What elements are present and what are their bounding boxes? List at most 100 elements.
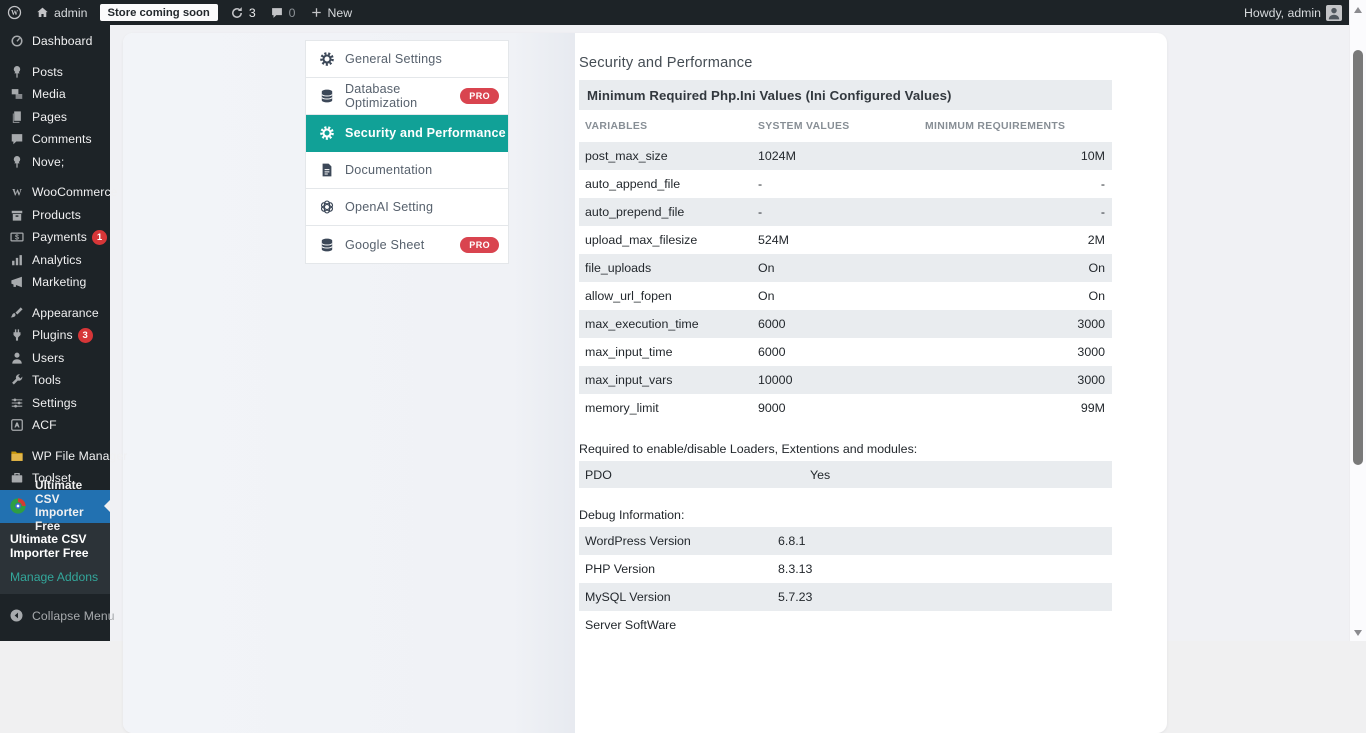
sidebar-item-users[interactable]: Users	[0, 347, 110, 370]
table-cell: auto_append_file	[579, 177, 752, 191]
sidebar-item-payments[interactable]: $Payments1	[0, 226, 110, 249]
wp-admin-menu: Dashboard Posts MediaPages Comments Nove; WWo…	[0, 30, 110, 523]
megaphone-icon	[9, 275, 24, 290]
sidebar-item-label: Tools	[32, 373, 61, 387]
table-row: auto_prepend_file--	[579, 198, 1112, 226]
update-count: 3	[249, 6, 256, 20]
collapse-arrow-icon	[9, 608, 24, 623]
sidebar-item-marketing[interactable]: Marketing	[0, 271, 110, 294]
table-cell: 524M	[752, 233, 919, 247]
menu-separator	[0, 437, 110, 445]
table-cell: 2M	[919, 233, 1112, 247]
php-ini-table: post_max_size1024M10Mauto_append_file--a…	[579, 142, 1112, 422]
settings-nav-item-documentation[interactable]: Documentation	[306, 152, 508, 189]
menu-separator	[0, 294, 110, 302]
sidebar-item-label: Comments	[32, 132, 92, 146]
collapse-menu-button[interactable]: Collapse Menu	[0, 605, 110, 628]
table-cell: 6.8.1	[772, 534, 1112, 548]
sidebar-item-label: Products	[32, 208, 81, 222]
submenu-item-manage-addons[interactable]: Manage Addons	[0, 561, 110, 584]
settings-nav: General SettingsDatabase OptimizationPRO…	[305, 40, 509, 264]
table-cell: -	[752, 205, 919, 219]
submenu-item-ultimate-csv-importer-free[interactable]: Ultimate CSV Importer Free	[0, 532, 110, 561]
table-cell: PDO	[579, 468, 804, 482]
settings-nav-item-google-sheet[interactable]: Google Sheet PRO	[306, 226, 508, 263]
active-menu-arrow	[104, 500, 110, 512]
sidebar-item-label: Appearance	[32, 306, 99, 320]
sidebar-item-label: WP File Manager	[32, 449, 127, 463]
home-icon	[36, 6, 49, 19]
scroll-up-arrow-icon[interactable]	[1354, 7, 1362, 13]
sidebar-item-label: Ultimate CSV Importer Free	[35, 479, 104, 533]
settings-nav-label: Documentation	[345, 163, 432, 177]
table-cell: max_execution_time	[579, 317, 752, 331]
plugin-submenu: Ultimate CSV Importer Free Manage Addons	[0, 523, 110, 594]
table-cell: file_uploads	[579, 261, 752, 275]
sidebar-item-posts[interactable]: Posts	[0, 61, 110, 84]
media-icon	[9, 87, 24, 102]
sidebar-item-label: Nove;	[32, 155, 64, 169]
table-cell: On	[752, 261, 919, 275]
menu-separator	[0, 53, 110, 61]
settings-nav-item-security-and-performance[interactable]: Security and Performance	[306, 115, 508, 152]
settings-nav-label: Database Optimization	[345, 82, 460, 110]
new-content-button[interactable]: New	[303, 0, 360, 25]
sidebar-item-appearance[interactable]: Appearance	[0, 302, 110, 325]
comments-button[interactable]: 0	[263, 0, 303, 25]
sidebar-item-label: Posts	[32, 65, 63, 79]
gear-icon	[319, 51, 335, 67]
sidebar-item-acf[interactable]: ACF	[0, 414, 110, 437]
sidebar-item-wp-file-manager[interactable]: WP File Manager	[0, 445, 110, 468]
wordpress-menu-button[interactable]: W	[0, 0, 29, 25]
sidebar-item-tools[interactable]: Tools	[0, 369, 110, 392]
site-name-button[interactable]: admin	[29, 0, 95, 25]
sidebar-item-comments[interactable]: Comments	[0, 128, 110, 151]
page-scrollbar[interactable]	[1349, 0, 1366, 641]
table-cell: 8.3.13	[772, 562, 1112, 576]
debug-info-table: WordPress Version6.8.1PHP Version8.3.13M…	[579, 527, 1112, 639]
howdy-account-button[interactable]: Howdy, admin	[1237, 0, 1349, 25]
sidebar-item-settings[interactable]: Settings	[0, 392, 110, 415]
avatar	[1326, 5, 1342, 21]
table-row: Server SoftWare	[579, 611, 1112, 639]
sidebar-item-products[interactable]: Products	[0, 204, 110, 227]
sidebar-item-analytics[interactable]: Analytics	[0, 249, 110, 272]
sidebar-item-nove[interactable]: Nove;	[0, 151, 110, 174]
settings-nav-label: General Settings	[345, 52, 442, 66]
pro-badge: PRO	[460, 237, 499, 253]
table-cell: 6000	[752, 317, 919, 331]
settings-nav-item-general-settings[interactable]: General Settings	[306, 41, 508, 78]
database-icon	[319, 88, 335, 104]
updates-button[interactable]: 3	[223, 0, 263, 25]
scrollbar-thumb[interactable]	[1353, 50, 1363, 465]
sidebar-item-plugins[interactable]: Plugins3	[0, 324, 110, 347]
table-cell: 10000	[752, 373, 919, 387]
sidebar-item-label: Analytics	[32, 253, 82, 267]
sidebar-item-woocommerce[interactable]: WWooCommerce	[0, 181, 110, 204]
sidebar-item-ultimate-csv-importer-free[interactable]: Ultimate CSV Importer Free	[0, 490, 110, 523]
comment-bubble-icon	[270, 6, 284, 20]
table-row: max_execution_time60003000	[579, 310, 1112, 338]
svg-text:W: W	[12, 188, 22, 199]
openai-icon	[319, 199, 335, 215]
settings-nav-item-database-optimization[interactable]: Database OptimizationPRO	[306, 78, 508, 115]
brush-icon	[9, 305, 24, 320]
scroll-down-arrow-icon[interactable]	[1354, 630, 1362, 636]
notification-badge: 3	[78, 328, 93, 343]
sidebar-item-dashboard[interactable]: Dashboard	[0, 30, 110, 53]
sidebar-item-media[interactable]: Media	[0, 83, 110, 106]
settings-nav-item-openai-setting[interactable]: OpenAI Setting	[306, 189, 508, 226]
sidebar-item-label: ACF	[32, 418, 57, 432]
table-cell: WordPress Version	[579, 534, 772, 548]
table-cell: On	[919, 261, 1112, 275]
settings-nav-label: Google Sheet	[345, 238, 424, 252]
sidebar-item-pages[interactable]: Pages	[0, 106, 110, 129]
pin-icon	[9, 64, 24, 79]
sliders-icon	[9, 395, 24, 410]
admin-content-area: General SettingsDatabase OptimizationPRO…	[110, 25, 1349, 641]
admin-bar: W admin Store coming soon 3 0 New Howdy,…	[0, 0, 1349, 25]
table-cell: max_input_time	[579, 345, 752, 359]
table-cell: -	[919, 177, 1112, 191]
table-cell: post_max_size	[579, 149, 752, 163]
table-cell: 9000	[752, 401, 919, 415]
